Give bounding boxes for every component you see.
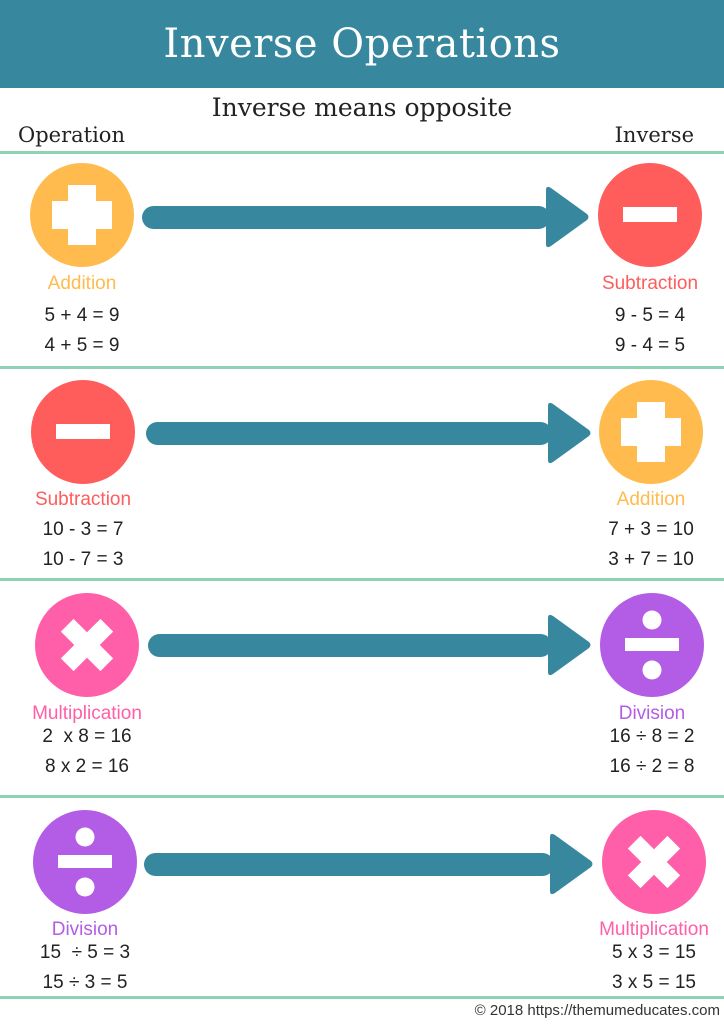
divide-icon: [625, 610, 679, 680]
inverse-symbol-circle: [602, 810, 706, 914]
inverse-name-label: Division: [618, 703, 686, 724]
inverse-column-heading: Inverse: [614, 123, 694, 147]
operation-name-label: Addition: [47, 273, 117, 294]
operation-symbol-circle: [30, 163, 134, 267]
divider: [0, 795, 724, 798]
operation-symbol-circle: [35, 593, 139, 697]
inverse-equation: 16 ÷ 2 = 8: [609, 756, 695, 777]
operation-column-heading: Operation: [18, 123, 125, 147]
divider: [0, 578, 724, 581]
operation-equation: 5 + 4 = 9: [44, 305, 120, 326]
minus-icon: [623, 207, 677, 222]
operation-name-label: Division: [51, 919, 119, 940]
operation-equation: 15 ÷ 3 = 5: [42, 972, 128, 993]
operation-equation: 10 - 7 = 3: [42, 549, 124, 570]
inverse-name-label: Addition: [616, 489, 686, 510]
right-arrow-icon: [144, 833, 593, 895]
divide-icon: [58, 827, 112, 897]
plus-icon: [52, 185, 112, 245]
inverse-symbol-circle: [599, 380, 703, 484]
header-banner: Inverse Operations: [0, 0, 724, 88]
operation-symbol-circle: [33, 810, 137, 914]
operation-equation: 2 x 8 = 16: [42, 726, 132, 747]
right-arrow-icon: [146, 402, 591, 464]
operation-equation: 15 ÷ 5 = 3: [39, 942, 131, 963]
inverse-symbol-circle: [598, 163, 702, 267]
plus-icon: [621, 402, 681, 462]
divider: [0, 366, 724, 369]
operation-name-label: Multiplication: [32, 703, 142, 724]
right-arrow-icon: [142, 186, 589, 248]
operation-equation: 4 + 5 = 9: [44, 335, 120, 356]
divider: [0, 151, 724, 154]
inverse-equation: 5 x 3 = 15: [612, 942, 696, 963]
right-arrow-icon: [148, 614, 591, 676]
inverse-equation: 3 + 7 = 10: [608, 549, 694, 570]
page-title: Inverse Operations: [163, 21, 561, 67]
operation-name-label: Subtraction: [34, 489, 132, 510]
operation-equation: 10 - 3 = 7: [42, 519, 124, 540]
times-icon: [60, 618, 114, 672]
inverse-symbol-circle: [600, 593, 704, 697]
inverse-equation: 16 ÷ 8 = 2: [609, 726, 695, 747]
copyright-footer: © 2018 https://themumeducates.com: [474, 1002, 720, 1019]
operation-symbol-circle: [31, 380, 135, 484]
inverse-name-label: Multiplication: [599, 919, 709, 940]
inverse-name-label: Subtraction: [601, 273, 699, 294]
operation-equation: 8 x 2 = 16: [45, 756, 129, 777]
inverse-equation: 7 + 3 = 10: [608, 519, 694, 540]
minus-icon: [56, 424, 110, 439]
inverse-equation: 9 - 4 = 5: [614, 335, 686, 356]
inverse-equation: 3 x 5 = 15: [612, 972, 696, 993]
inverse-equation: 9 - 5 = 4: [614, 305, 686, 326]
times-icon: [627, 835, 681, 889]
divider: [0, 996, 724, 999]
